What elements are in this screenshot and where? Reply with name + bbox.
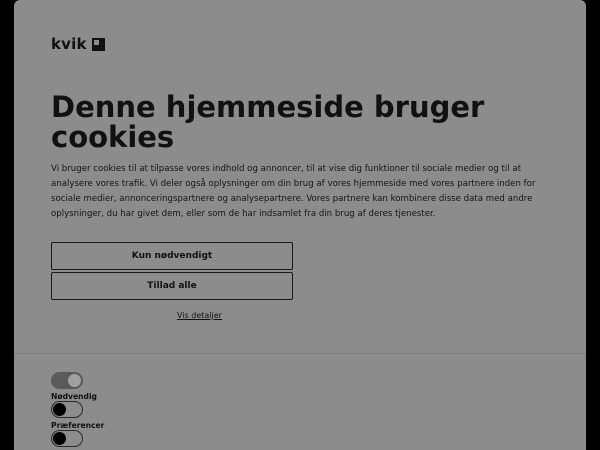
toggle-knob bbox=[53, 403, 66, 416]
consent-toggle-third bbox=[51, 430, 83, 447]
preferences-toggle-switch[interactable] bbox=[51, 401, 83, 418]
necessary-toggle-label: Nødvendig bbox=[51, 392, 97, 401]
brand-wordmark: kvik bbox=[51, 35, 87, 53]
consent-toggle-preferences: Præferencer bbox=[51, 401, 104, 430]
brand-square-icon bbox=[91, 37, 105, 51]
toggle-knob bbox=[53, 432, 66, 445]
brand-logo: kvik bbox=[51, 35, 105, 53]
toggle-knob bbox=[68, 374, 81, 387]
necessary-only-button[interactable]: Kun nødvendigt bbox=[51, 242, 293, 270]
third-toggle-switch[interactable] bbox=[51, 430, 83, 447]
cookie-consent-modal: kvik Denne hjemmeside bruger cookies Vi … bbox=[14, 0, 586, 450]
allow-all-button[interactable]: Tillad alle bbox=[51, 272, 293, 300]
cookie-banner-title: Denne hjemmeside bruger cookies bbox=[51, 90, 485, 154]
section-divider bbox=[14, 353, 586, 354]
cookie-banner-description: Vi bruger cookies til at tilpasse vores … bbox=[51, 164, 536, 219]
necessary-toggle-switch[interactable] bbox=[51, 372, 83, 389]
consent-toggle-necessary: Nødvendig bbox=[51, 372, 97, 401]
show-details-link[interactable]: Vis detaljer bbox=[51, 311, 348, 320]
preferences-toggle-label: Præferencer bbox=[51, 421, 105, 430]
